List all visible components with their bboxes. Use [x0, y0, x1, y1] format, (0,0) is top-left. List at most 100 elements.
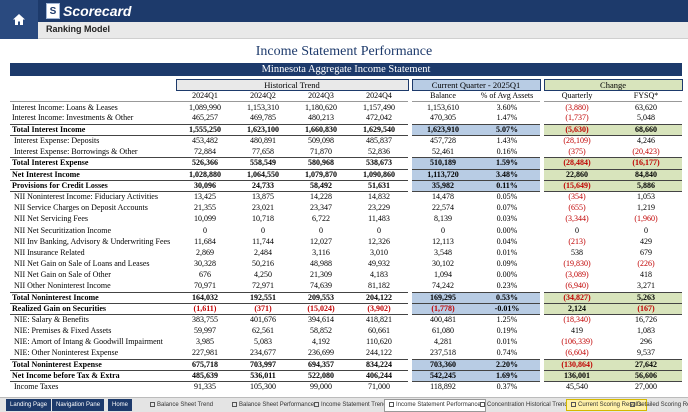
table-cell: 558,549 — [234, 157, 292, 170]
table-cell: 72,884 — [194, 146, 216, 156]
table-cell: 48,988 — [310, 259, 332, 269]
table-cell: 27,000 — [635, 382, 658, 392]
table-row: NII Net Securitization Income 0 0 0 0 0 0.00% 0… — [10, 224, 682, 237]
table-cell: 4,281 — [412, 336, 474, 348]
row-label: NII Net Servicing Fees — [14, 214, 88, 224]
table-cell: 3,010 — [370, 247, 388, 257]
table-cell: 136,001 — [544, 369, 611, 383]
table-cell: 0 — [412, 224, 474, 237]
table-row: Total Interest Expense 526,366 558,549 580,… — [10, 157, 683, 170]
table-cell: 91,335 — [194, 382, 216, 392]
table-cell: 30,102 — [412, 258, 474, 270]
table-cell: (15,024) — [292, 302, 350, 315]
table-cell: 5.07% — [474, 123, 541, 136]
table-cell: 480,891 — [250, 136, 276, 146]
table-cell: 105,300 — [250, 382, 276, 392]
table-cell: 453,482 — [192, 136, 218, 146]
sub-header: Ranking Model — [38, 22, 688, 39]
sheet-tab[interactable]: Detailed Scoring Repo — [626, 400, 688, 410]
table-row: NII Net Gain on Sale of Loans and Leases… — [10, 258, 682, 270]
table-row: Total Interest Income 1,555,250 1,623,100 1… — [10, 123, 683, 136]
table-cell: 63,620 — [635, 102, 658, 112]
table-cell: 457,728 — [412, 135, 474, 147]
sheet-tab[interactable]: Income Statement Trend — [310, 400, 391, 410]
column-header: FYSQ* — [610, 90, 683, 103]
table-cell: 23,347 — [310, 203, 332, 213]
table-cell: 5,886 — [610, 179, 683, 192]
table-cell: 23,021 — [252, 203, 274, 213]
table-cell: 68,660 — [610, 123, 683, 136]
table-cell: (6,940) — [565, 281, 589, 291]
table-cell: (226) — [637, 259, 655, 269]
table-cell: 1.47% — [474, 113, 541, 125]
row-label: NII Net Gain on Sale of Other — [14, 270, 111, 280]
table-row: Realized Gain on Securities (1,611) (371)(… — [10, 302, 683, 315]
table-cell: 469,785 — [250, 113, 276, 123]
table-cell: 2.20% — [474, 358, 541, 371]
table-cell: 406,244 — [350, 369, 408, 383]
table-cell: (375) — [568, 146, 586, 156]
sheet-tab[interactable]: Home — [108, 399, 133, 411]
table-cell: 58,492 — [292, 179, 350, 192]
historical-trend-header: Historical Trend — [175, 78, 409, 92]
table-cell: 510,189 — [412, 157, 474, 170]
row-label: NIE: Salary & Benefits — [14, 315, 89, 325]
table-cell: 234,677 — [250, 348, 276, 358]
table-cell: 3,985 — [196, 337, 214, 347]
table-cell: 23,229 — [368, 203, 390, 213]
table-cell: 6,722 — [312, 214, 330, 224]
column-header: 2024Q3 — [292, 90, 350, 103]
table-cell: 676 — [199, 270, 211, 280]
table-cell: (655) — [568, 203, 586, 213]
sheet-tab[interactable]: Balance Sheet Performance — [228, 400, 318, 410]
row-label: Income Taxes — [14, 382, 59, 392]
row-label: Interest Expense: Borrowings & Other — [14, 146, 138, 156]
table-cell: 59,997 — [194, 326, 216, 336]
sheet-tab-label: Balance Sheet Performance — [239, 402, 315, 408]
table-cell: (3,344) — [565, 214, 589, 224]
table-cell: (19,830) — [563, 259, 591, 269]
table-cell: 1,064,550 — [234, 168, 292, 181]
table-cell: 1.25% — [474, 314, 541, 326]
table-cell: 0 — [644, 225, 649, 235]
sheet-tab[interactable]: Concentration Historical Trend — [476, 400, 572, 410]
table-cell: 58,852 — [310, 326, 332, 336]
page-name: Ranking Model — [46, 24, 111, 34]
row-label: NIE: Other Noninterest Expense — [14, 348, 119, 358]
sheet-tab[interactable]: Navigation Pane — [52, 399, 105, 411]
sheet-tab[interactable]: Landing Page — [6, 399, 52, 411]
table-cell: 1.43% — [474, 135, 541, 147]
home-button[interactable] — [0, 0, 38, 39]
sheet-icon — [571, 401, 576, 407]
sheet-tab[interactable]: Balance Sheet Trend — [146, 400, 217, 410]
row-label: NII Net Gain on Sale of Loans and Leases — [14, 259, 150, 269]
sheet-icon — [630, 401, 635, 407]
table-cell: 0.05% — [474, 191, 541, 203]
table-cell: (1,737) — [565, 113, 589, 123]
row-label: Total Noninterest Income — [10, 291, 176, 304]
table-cell: 429 — [640, 236, 653, 246]
table-cell: 1.59% — [474, 157, 541, 170]
row-label: NII Other Noninterest Income — [14, 281, 111, 291]
table-cell: 3,271 — [637, 281, 656, 291]
table-cell: 12,326 — [368, 236, 390, 246]
app-name: Scorecard — [63, 3, 132, 19]
sheet-tab[interactable]: Income Statement Performance — [384, 399, 486, 412]
table-cell: 703,360 — [412, 358, 474, 371]
table-row: Interest Income: Loans & Leases 1,089,990… — [10, 101, 682, 114]
table-row: Total Noninterest Expense 675,718 703,997 6… — [10, 358, 683, 371]
table-cell: 526,366 — [176, 157, 234, 170]
home-icon — [13, 14, 25, 25]
sheet-tab-bar: Landing Page Navigation Pane Home Balance S… — [0, 397, 688, 412]
row-label: NIE: Amort of Intang & Goodwill Impairme… — [14, 337, 163, 347]
table-cell: 418,821 — [366, 315, 392, 325]
table-cell: 5,083 — [254, 337, 272, 347]
table-cell: 2,484 — [254, 247, 272, 257]
table-row: NII Net Gain on Sale of Other 676 4,250 21,… — [10, 269, 682, 281]
table-cell: 22,860 — [544, 168, 611, 181]
table-cell: (213) — [568, 236, 586, 246]
table-cell: 118,892 — [412, 381, 474, 393]
table-cell: 13,425 — [194, 192, 216, 202]
table-cell: (3,902) — [350, 302, 408, 315]
table-cell: 1,028,880 — [176, 168, 234, 181]
